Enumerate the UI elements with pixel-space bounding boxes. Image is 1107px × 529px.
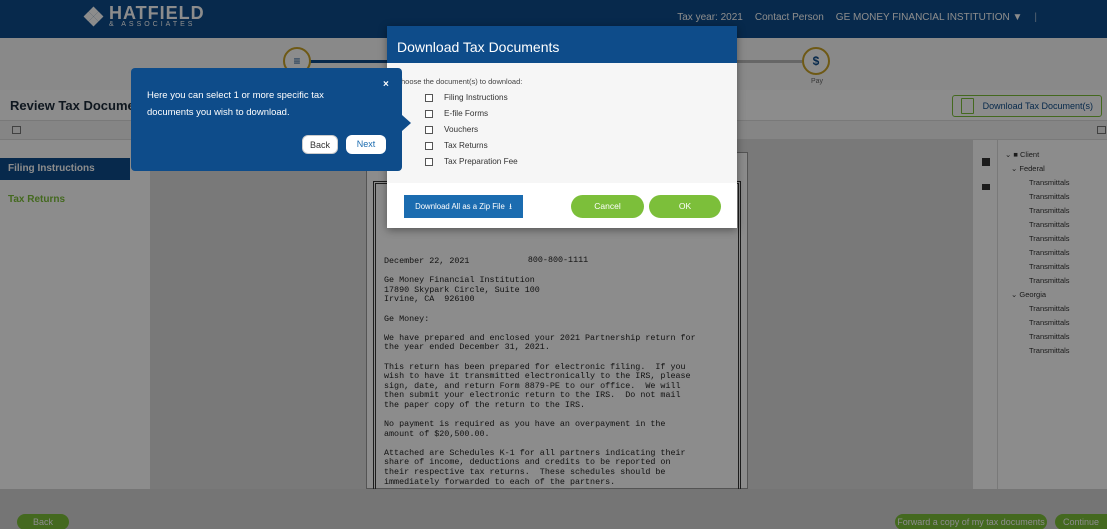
coachmark-back-button[interactable]: Back <box>302 135 338 154</box>
checkbox[interactable] <box>425 93 433 102</box>
checkbox[interactable] <box>425 125 433 134</box>
checkbox[interactable] <box>425 157 433 166</box>
dialog-footer: Download All as a Zip File ⭳ Cancel OK <box>387 183 737 228</box>
coachmark-next-button[interactable]: Next <box>346 135 386 154</box>
option-tax-returns[interactable]: Tax Returns <box>425 141 488 150</box>
dialog-body: hoose the document(s) to download: Filin… <box>387 63 737 183</box>
coachmark-tooltip: Here you can select 1 or more specific t… <box>131 68 411 171</box>
download-zip-button[interactable]: Download All as a Zip File ⭳ <box>404 195 523 218</box>
zip-button-label: Download All as a Zip File <box>415 202 505 211</box>
option-vouchers[interactable]: Vouchers <box>425 125 478 134</box>
option-label: Tax Returns <box>444 141 488 150</box>
checkbox[interactable] <box>425 109 433 118</box>
option-label: Tax Preparation Fee <box>444 157 518 166</box>
coachmark-text: Here you can select 1 or more specific t… <box>147 90 324 118</box>
checkbox[interactable] <box>425 141 433 150</box>
option-label: Vouchers <box>444 125 479 134</box>
cancel-button[interactable]: Cancel <box>571 195 644 218</box>
option-efile-forms[interactable]: E-file Forms <box>425 109 488 118</box>
tooltip-arrow <box>402 115 411 131</box>
download-icon: ⭳ <box>506 202 512 211</box>
option-filing-instructions[interactable]: Filing Instructions <box>425 93 508 102</box>
close-icon[interactable]: × <box>383 79 389 90</box>
download-dialog: Download Tax Documents hoose the documen… <box>387 26 737 228</box>
option-tax-preparation-fee[interactable]: Tax Preparation Fee <box>425 157 518 166</box>
option-label: Filing Instructions <box>444 93 508 102</box>
dialog-prompt: hoose the document(s) to download: <box>401 77 523 86</box>
ok-button[interactable]: OK <box>649 195 721 218</box>
dialog-title: Download Tax Documents <box>387 26 737 63</box>
option-label: E-file Forms <box>444 109 489 118</box>
